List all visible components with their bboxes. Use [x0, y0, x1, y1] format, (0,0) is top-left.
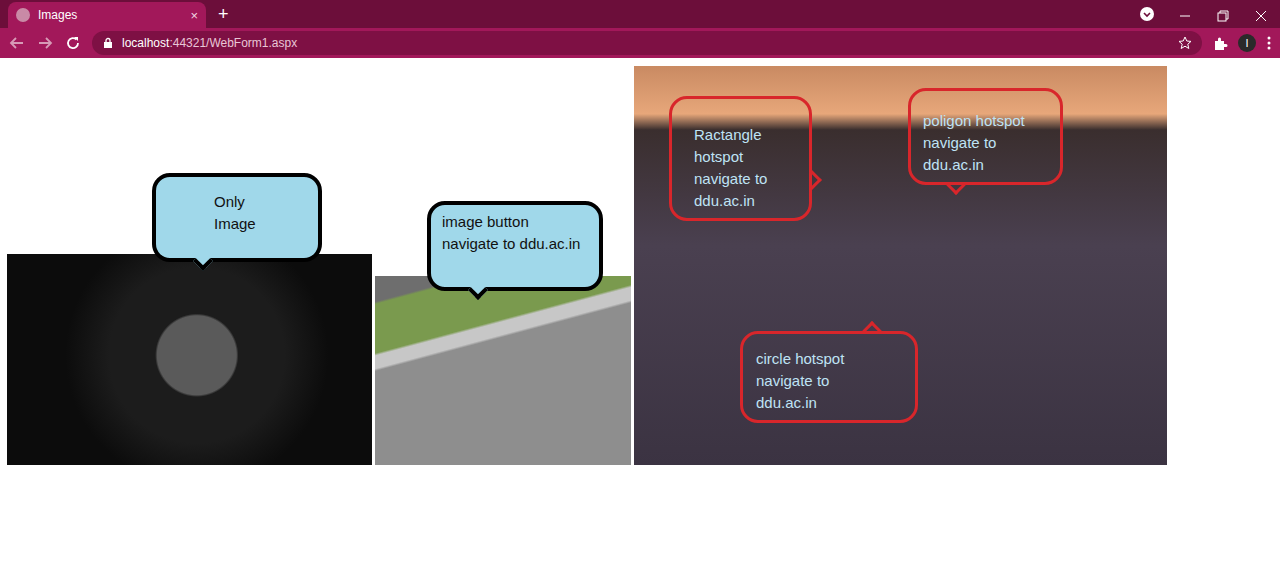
callout: poligon hotspotnavigate toddu.ac.in: [908, 88, 1063, 185]
callout-line: navigate to: [694, 168, 803, 190]
callout: Ractanglehotspotnavigate toddu.ac.in: [669, 96, 812, 221]
close-button[interactable]: [1242, 8, 1280, 20]
tab-title[interactable]: Images: [38, 8, 182, 22]
page-icon: [16, 8, 30, 22]
tab-search-icon[interactable]: [1139, 6, 1155, 22]
callout-line: circle hotspot: [756, 348, 909, 370]
tab-bar: Images × +: [0, 0, 1280, 28]
url-text[interactable]: localhost:44321/WebForm1.aspx: [122, 36, 297, 50]
restore-icon: [1217, 8, 1229, 20]
forward-arrow-icon[interactable]: [36, 34, 54, 52]
callout-line: hotspot: [694, 146, 803, 168]
address-bar[interactable]: localhost:44321/WebForm1.aspx: [92, 31, 1202, 55]
callout-line: image button: [442, 211, 591, 233]
callout-line: ddu.ac.in: [756, 392, 909, 414]
url-path: :44321/WebForm1.aspx: [169, 36, 297, 50]
reload-icon[interactable]: [64, 34, 82, 52]
profile-avatar[interactable]: I: [1238, 34, 1256, 52]
extensions-icon[interactable]: [1212, 35, 1228, 51]
callout-line: Ractangle: [694, 124, 803, 146]
f1-car-image-button[interactable]: [375, 276, 631, 465]
new-tab-button[interactable]: +: [218, 5, 229, 23]
callout: circle hotspotnavigate toddu.ac.in: [740, 331, 918, 423]
page-content: OnlyImageimage buttonnavigate to ddu.ac.…: [0, 58, 1280, 568]
callout-line: ddu.ac.in: [694, 190, 803, 212]
back-arrow-icon[interactable]: [8, 34, 26, 52]
close-icon: [1255, 8, 1267, 20]
wheel-image: [7, 254, 372, 465]
minimize-icon: [1179, 8, 1191, 20]
callout: OnlyImage: [152, 173, 322, 262]
toolbar: localhost:44321/WebForm1.aspx I: [0, 28, 1280, 58]
callout-line: Only: [214, 191, 308, 213]
callout-line: ddu.ac.in: [923, 154, 1054, 176]
star-icon[interactable]: [1178, 36, 1192, 50]
restore-button[interactable]: [1204, 8, 1242, 20]
supercar-hotspot-image[interactable]: [634, 66, 1167, 465]
url-host: localhost: [122, 36, 169, 50]
callout: image buttonnavigate to ddu.ac.in: [427, 201, 603, 291]
tab-search-button[interactable]: [1128, 6, 1166, 22]
callout-line: Image: [214, 213, 308, 235]
callout-line: navigate to ddu.ac.in: [442, 233, 591, 255]
callout-line: navigate to: [923, 132, 1054, 154]
window-controls: [1128, 0, 1280, 28]
menu-icon[interactable]: [1266, 35, 1272, 51]
browser-tab[interactable]: Images ×: [8, 2, 206, 28]
callout-line: poligon hotspot: [923, 110, 1054, 132]
callout-line: navigate to: [756, 370, 909, 392]
minimize-button[interactable]: [1166, 8, 1204, 20]
lock-icon[interactable]: [102, 37, 114, 49]
tab-close-button[interactable]: ×: [190, 8, 198, 23]
